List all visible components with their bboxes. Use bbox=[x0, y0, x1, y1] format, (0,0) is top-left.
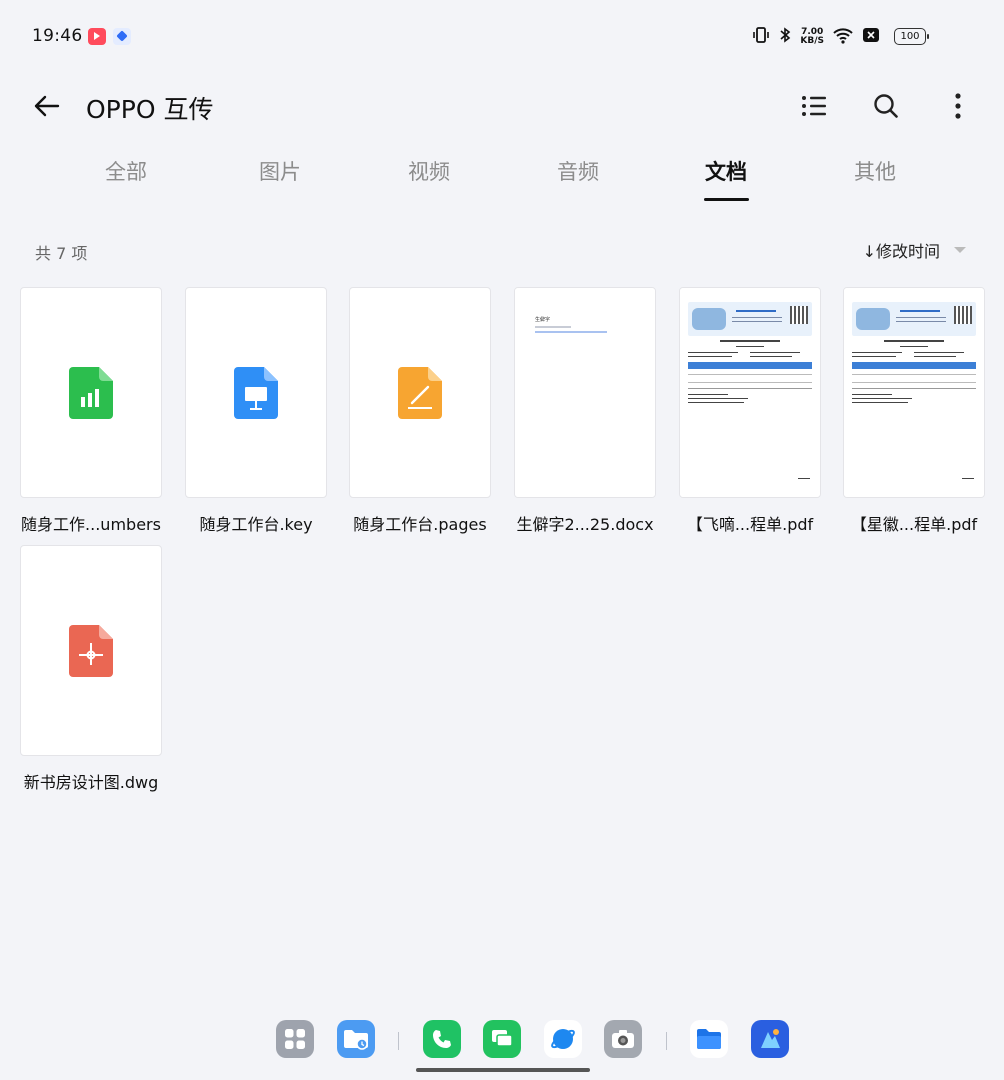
dock-separator bbox=[398, 1032, 399, 1050]
wifi-icon bbox=[832, 26, 854, 48]
docx-thumbnail: 生僻字 bbox=[515, 288, 655, 497]
file-thumbnail bbox=[843, 287, 985, 498]
net-speed: 7.00 KB/S bbox=[800, 28, 824, 46]
status-bar: 19:46 7.00 KB/S 100 bbox=[0, 0, 1004, 72]
pdf-thumbnail bbox=[680, 288, 820, 497]
item-count: 共 7 项 bbox=[35, 244, 88, 263]
active-tab-indicator bbox=[704, 198, 749, 201]
layers-app-icon bbox=[113, 28, 131, 45]
tab-all[interactable]: 全部 bbox=[105, 156, 147, 186]
back-button[interactable] bbox=[28, 88, 64, 124]
file-name: 【星徽...程单.pdf bbox=[850, 515, 978, 534]
keynote-file-icon bbox=[234, 366, 278, 419]
dock-separator bbox=[666, 1032, 667, 1050]
sort-button[interactable]: ↓修改时间 bbox=[863, 238, 966, 262]
bluetooth-icon bbox=[778, 26, 792, 48]
tab-audio[interactable]: 音频 bbox=[557, 156, 599, 186]
tab-others[interactable]: 其他 bbox=[854, 156, 896, 186]
file-name: 随身工作台.pages bbox=[353, 515, 487, 534]
phone-icon[interactable] bbox=[423, 1020, 461, 1058]
file-name: 随身工作台.key bbox=[199, 515, 313, 534]
app-notification-icon bbox=[88, 28, 106, 45]
file-thumbnail bbox=[679, 287, 821, 498]
file-thumbnail bbox=[20, 287, 162, 498]
file-name: 【飞嘀...程单.pdf bbox=[686, 515, 814, 534]
search-icon bbox=[874, 94, 898, 118]
file-thumbnail: 生僻字 bbox=[514, 287, 656, 498]
tab-videos[interactable]: 视频 bbox=[408, 156, 450, 186]
gallery-icon[interactable] bbox=[751, 1020, 789, 1058]
tab-documents[interactable]: 文档 bbox=[705, 156, 747, 186]
file-thumbnail bbox=[20, 545, 162, 756]
doc-heading: 生僻字 bbox=[535, 317, 551, 323]
files-icon[interactable] bbox=[690, 1020, 728, 1058]
battery-level: 100 bbox=[900, 31, 920, 42]
more-vertical-icon bbox=[955, 93, 961, 119]
pages-file-icon bbox=[398, 366, 442, 419]
sim-off-icon bbox=[862, 27, 880, 47]
numbers-file-icon bbox=[69, 366, 113, 419]
chevron-down-icon bbox=[954, 247, 966, 253]
camera-icon[interactable] bbox=[604, 1020, 642, 1058]
taskbar-dock bbox=[0, 1020, 1004, 1064]
tab-images[interactable]: 图片 bbox=[259, 156, 301, 186]
back-arrow-icon bbox=[34, 95, 60, 117]
list-view-button[interactable] bbox=[796, 88, 832, 124]
net-speed-unit: KB/S bbox=[800, 36, 824, 46]
page-title: OPPO 互传 bbox=[86, 95, 214, 124]
file-thumbnail bbox=[349, 287, 491, 498]
file-manager-recent-icon[interactable] bbox=[337, 1020, 375, 1058]
browser-icon[interactable] bbox=[544, 1020, 582, 1058]
battery-icon: 100 bbox=[894, 28, 929, 45]
top-app-bar: OPPO 互传 bbox=[0, 78, 1004, 134]
file-thumbnail bbox=[185, 287, 327, 498]
file-name: 新书房设计图.dwg bbox=[23, 773, 159, 792]
home-indicator[interactable] bbox=[416, 1068, 590, 1072]
more-options-button[interactable] bbox=[940, 88, 976, 124]
file-name: 随身工作...umbers bbox=[21, 515, 161, 534]
category-tabs: 全部 图片 视频 音频 文档 其他 bbox=[0, 150, 1004, 206]
vibrate-icon bbox=[752, 26, 770, 48]
sort-label: ↓修改时间 bbox=[862, 242, 940, 261]
file-name: 生僻字2...25.docx bbox=[516, 515, 654, 534]
search-button[interactable] bbox=[868, 88, 904, 124]
status-time: 19:46 bbox=[32, 26, 83, 46]
messages-icon[interactable] bbox=[483, 1020, 521, 1058]
list-view-icon bbox=[802, 96, 826, 116]
app-drawer-icon[interactable] bbox=[276, 1020, 314, 1058]
dwg-file-icon bbox=[69, 624, 113, 677]
pdf-thumbnail bbox=[844, 288, 984, 497]
